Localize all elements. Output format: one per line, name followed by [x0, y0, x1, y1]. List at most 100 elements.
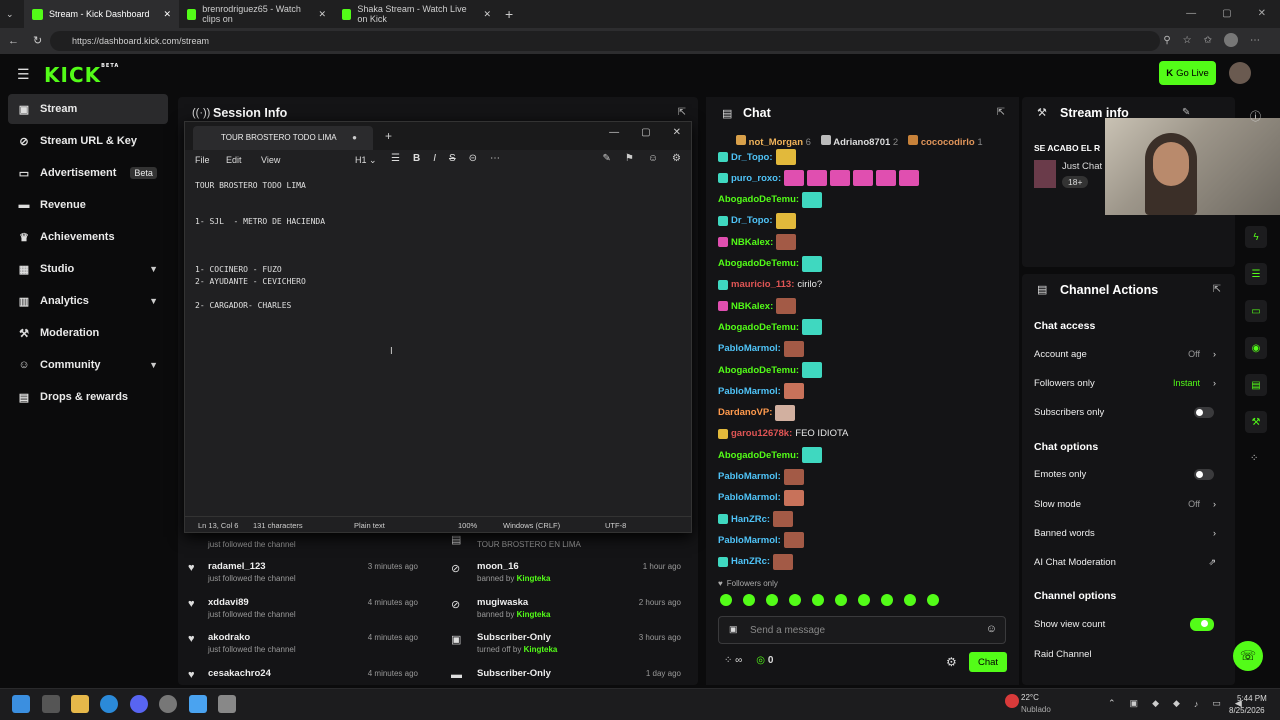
chat-username[interactable]: PabloMarmol: — [718, 471, 781, 482]
category-name[interactable]: Just Chat — [1062, 161, 1102, 172]
sidebar-item-studio[interactable]: ▦ Studio ▼ — [8, 254, 168, 284]
close-tab-icon[interactable]: ✕ — [483, 9, 491, 20]
moderator-name[interactable]: Kingteka — [524, 645, 558, 654]
list-icon[interactable]: ☰ — [1245, 263, 1267, 285]
broadcast-rail-icon[interactable]: ◉ — [1245, 337, 1267, 359]
slow-mode-row[interactable]: Slow mode Off › — [1034, 495, 1222, 513]
sidebar-item-stream-url[interactable]: ⊘ Stream URL & Key — [8, 126, 168, 156]
hamburger-menu-icon[interactable]: ☰ — [17, 66, 30, 83]
gifter-name[interactable]: Adriano8701 — [833, 137, 890, 148]
more-icon[interactable]: ⋯ — [490, 153, 500, 164]
popout-icon[interactable]: ⇱ — [997, 107, 1005, 118]
raid-channel-row[interactable]: Raid Channel — [1034, 645, 1222, 663]
quick-actions-icon[interactable]: ϟ — [1245, 226, 1267, 248]
user-avatar[interactable] — [1229, 62, 1251, 84]
support-chat-icon[interactable]: ☏ — [1233, 641, 1263, 671]
chat-username[interactable]: AbogadoDeTemu: — [718, 322, 799, 333]
edge-icon[interactable] — [100, 695, 118, 713]
gifter-name[interactable]: cococodirlo — [921, 137, 975, 148]
kick-logo[interactable]: KICKBETA — [44, 63, 119, 87]
italic-icon[interactable]: I — [433, 153, 436, 164]
close-tab-icon[interactable]: ✕ — [163, 9, 171, 20]
emote-icon[interactable] — [743, 594, 755, 606]
emote-icon[interactable] — [858, 594, 870, 606]
sidebar-item-advertisement[interactable]: ▭ Advertisement Beta — [8, 158, 168, 188]
chat-rail-icon[interactable]: ▭ — [1245, 300, 1267, 322]
window-close-icon[interactable]: ✕ — [673, 127, 681, 138]
chat-username[interactable]: NBKalex: — [731, 237, 773, 248]
chat-username[interactable]: AbogadoDeTemu: — [718, 258, 799, 269]
emote-icon[interactable] — [881, 594, 893, 606]
announce-icon[interactable]: ⚑ — [625, 153, 634, 164]
sidebar-item-stream[interactable]: ▣ Stream — [8, 94, 168, 124]
emote-icon[interactable] — [766, 594, 778, 606]
account-icon[interactable]: ☺ — [648, 153, 658, 164]
emote-icon[interactable] — [720, 594, 732, 606]
moderator-name[interactable]: Kingteka — [517, 610, 551, 619]
extension-icon[interactable]: ⚲ — [1163, 35, 1170, 46]
menu-view[interactable]: View — [261, 155, 280, 165]
info-icon[interactable]: ⓘ — [1250, 108, 1261, 124]
minimize-icon[interactable]: — — [609, 127, 619, 138]
chat-username[interactable]: PabloMarmol: — [718, 492, 781, 503]
sidebar-item-achievements[interactable]: ♛ Achievements — [8, 222, 168, 252]
notepad-taskbar-icon[interactable] — [189, 695, 207, 713]
moderator-name[interactable]: Kingteka — [517, 574, 551, 583]
chat-username[interactable]: garou12678k: — [731, 428, 792, 439]
go-live-button[interactable]: K Go Live — [1159, 61, 1216, 85]
chat-username[interactable]: PabloMarmol: — [718, 343, 781, 354]
link-icon[interactable]: ⊝ — [469, 153, 477, 164]
subscribers-only-toggle[interactable] — [1194, 406, 1214, 418]
profile-icon[interactable] — [1224, 33, 1238, 47]
maximize-icon[interactable]: ▢ — [641, 127, 650, 138]
settings-icon[interactable]: ⚙ — [672, 153, 681, 164]
tab-clips[interactable]: brenrodriguez65 - Watch clips on ✕ — [179, 0, 334, 28]
obs-icon[interactable] — [159, 695, 177, 713]
chat-username[interactable]: HanZRc: — [731, 514, 770, 525]
infinity-icon[interactable]: ⁘ ∞ — [724, 655, 742, 666]
tab-menu-icon[interactable]: ⌄ — [6, 9, 24, 20]
wrench-rail-icon[interactable]: ⚒ — [1245, 411, 1267, 433]
heading-dropdown[interactable]: H1 ⌄ — [355, 155, 377, 166]
tab-shaka[interactable]: Shaka Stream - Watch Live on Kick ✕ — [334, 0, 499, 28]
menu-file[interactable]: File — [195, 155, 210, 165]
bold-icon[interactable]: B — [413, 153, 420, 164]
sidebar-item-drops[interactable]: ▤ Drops & rewards — [8, 382, 168, 412]
file-explorer-icon[interactable] — [71, 695, 89, 713]
sidebar-item-moderation[interactable]: ⚒ Moderation — [8, 318, 168, 348]
favorites-icon[interactable]: ✩ — [1204, 35, 1212, 46]
activity-rail-icon[interactable]: ▤ — [1245, 374, 1267, 396]
chat-username[interactable]: mauricio_113: — [731, 279, 794, 290]
ai-chat-moderation-row[interactable]: AI Chat Moderation ⇗ — [1034, 553, 1222, 571]
windows-start-icon[interactable] — [12, 695, 30, 713]
account-age-row[interactable]: Account age Off › — [1034, 345, 1222, 363]
discord-icon[interactable] — [130, 695, 148, 713]
notepad-tab[interactable]: TOUR BROSTERO TODO LIMA ● — [193, 126, 373, 150]
emotes-only-toggle[interactable] — [1194, 468, 1214, 480]
calculator-icon[interactable] — [218, 695, 236, 713]
unsaved-dot-icon[interactable]: ● — [352, 126, 357, 150]
chat-input[interactable]: ▣ Send a message ☺ — [718, 616, 1006, 644]
chat-username[interactable]: AbogadoDeTemu: — [718, 194, 799, 205]
line-ending[interactable]: Windows (CRLF) — [503, 521, 560, 530]
network-icon[interactable]: ▭ — [1212, 698, 1221, 709]
kick-points[interactable]: ◎ 0 — [756, 655, 773, 666]
view-count-toggle[interactable] — [1190, 617, 1214, 631]
close-tab-icon[interactable]: ✕ — [318, 9, 326, 20]
reload-icon[interactable]: ↻ — [33, 34, 42, 47]
weather-icon[interactable] — [1005, 694, 1019, 708]
text-format[interactable]: Plain text — [354, 521, 385, 530]
emote-icon[interactable] — [812, 594, 824, 606]
url-field[interactable]: https://dashboard.kick.com/stream — [50, 31, 1160, 51]
followers-only-row[interactable]: Followers only Instant › — [1034, 374, 1222, 392]
popout-icon[interactable]: ⇱ — [678, 107, 686, 118]
sidebar-item-analytics[interactable]: ▥ Analytics ▼ — [8, 286, 168, 316]
notepad-text-area[interactable]: TOUR BROSTERO TODO LIMA 1- SJL - METRO D… — [195, 180, 325, 312]
minimize-icon[interactable]: — — [1186, 8, 1196, 19]
chat-username[interactable]: DardanoVP: — [718, 407, 772, 418]
encoding[interactable]: UTF-8 — [605, 521, 626, 530]
chat-username[interactable]: Dr_Topo: — [731, 215, 773, 226]
send-chat-button[interactable]: Chat — [969, 652, 1007, 672]
chat-username[interactable]: PabloMarmol: — [718, 535, 781, 546]
sidebar-item-community[interactable]: ☺ Community ▼ — [8, 350, 168, 380]
